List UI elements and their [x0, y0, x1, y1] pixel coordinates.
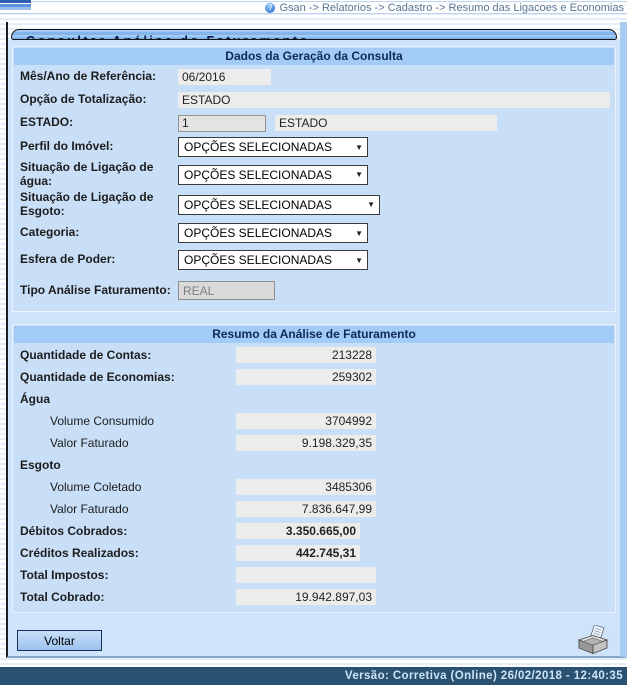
esfera-select[interactable]: OPÇÕES SELECIONADAS ▼	[178, 250, 368, 270]
summary-value: 3.350.665,00	[236, 523, 360, 539]
summary-row-debitos: Débitos Cobrados: 3.350.665,00	[13, 520, 615, 542]
reference-label: Mês/Ano de Referência:	[20, 70, 178, 84]
field-row-esfera: Esfera de Poder: OPÇÕES SELECIONADAS ▼	[13, 247, 615, 273]
field-row-reference: Mês/Ano de Referência: 06/2016	[13, 66, 615, 88]
summary-panel-title: Resumo da Análise de Faturamento	[14, 326, 614, 343]
chevron-down-icon: ▼	[355, 229, 363, 238]
summary-row-impostos: Total Impostos:	[13, 564, 615, 586]
totalization-value: ESTADO	[178, 92, 610, 108]
summary-label: Total Impostos:	[20, 568, 236, 582]
actions-bar: Voltar	[12, 613, 616, 656]
categoria-select-value: OPÇÕES SELECIONADAS	[184, 226, 332, 240]
summary-label: Quantidade de Economias:	[20, 370, 236, 384]
summary-value: 213228	[236, 347, 376, 363]
field-row-tipo-analise: Tipo Análise Faturamento: REAL	[13, 274, 615, 307]
summary-row-valor-faturado-esgoto: Valor Faturado 7.836.647,99	[13, 498, 615, 520]
summary-value: 442.745,31	[236, 545, 360, 561]
estado-label: ESTADO:	[20, 116, 178, 130]
summary-value: 3704992	[236, 413, 376, 429]
help-icon[interactable]: ?	[265, 3, 275, 13]
ligacao-agua-select[interactable]: OPÇÕES SELECIONADAS ▼	[178, 165, 368, 185]
ligacao-agua-select-value: OPÇÕES SELECIONADAS	[184, 168, 332, 182]
summary-value: 9.198.329,35	[236, 435, 376, 451]
summary-panel: Resumo da Análise de Faturamento Quantid…	[12, 324, 616, 613]
chevron-down-icon: ▼	[355, 256, 363, 265]
summary-group-label: Água	[20, 392, 236, 406]
ligacao-esgoto-select-value: OPÇÕES SELECIONADAS	[184, 198, 332, 212]
back-button[interactable]: Voltar	[17, 630, 102, 651]
summary-row-volume-coletado: Volume Coletado 3485306	[13, 476, 615, 498]
summary-label: Volume Consumido	[20, 414, 236, 428]
summary-row-creditos: Créditos Realizados: 442.745,31	[13, 542, 615, 564]
summary-row-valor-faturado-agua: Valor Faturado 9.198.329,35	[13, 432, 615, 454]
summary-label: Débitos Cobrados:	[20, 524, 236, 538]
chevron-down-icon: ▼	[355, 143, 363, 152]
footer-gap	[0, 658, 627, 667]
chevron-down-icon: ▼	[355, 170, 363, 179]
summary-row-contas: Quantidade de Contas: 213228	[13, 344, 615, 366]
summary-label: Volume Coletado	[20, 480, 236, 494]
perfil-label: Perfil do Imóvel:	[20, 140, 178, 154]
breadcrumb: ? Gsan -> Relatorios -> Cadastro -> Resu…	[0, 1, 627, 14]
estado-code-input: 1	[178, 115, 266, 132]
query-data-panel: Dados da Geração da Consulta Mês/Ano de …	[12, 46, 616, 312]
page-content: Dados da Geração da Consulta Mês/Ano de …	[8, 40, 620, 656]
ligacao-agua-label: Situação de Ligação de água:	[20, 161, 178, 189]
summary-label: Valor Faturado	[20, 436, 236, 450]
perfil-select[interactable]: OPÇÕES SELECIONADAS ▼	[178, 137, 368, 157]
ligacao-esgoto-select[interactable]: OPÇÕES SELECIONADAS ▼	[178, 195, 380, 215]
summary-row-volume-consumido: Volume Consumido 3704992	[13, 410, 615, 432]
field-row-perfil: Perfil do Imóvel: OPÇÕES SELECIONADAS ▼	[13, 135, 615, 159]
estado-name-value: ESTADO	[275, 115, 497, 131]
tipo-analise-input: REAL	[178, 281, 275, 300]
summary-value: 259302	[236, 369, 376, 385]
summary-value: 19.942.897,03	[236, 589, 376, 605]
field-row-ligacao-agua: Situação de Ligação de água: OPÇÕES SELE…	[13, 160, 615, 189]
query-panel-title: Dados da Geração da Consulta	[14, 48, 614, 65]
summary-value: 3485306	[236, 479, 376, 495]
field-row-estado: ESTADO: 1 ESTADO	[13, 112, 615, 134]
chevron-down-icon: ▼	[367, 200, 375, 209]
version-status-bar: Versão: Corretiva (Online) 26/02/2018 - …	[0, 667, 627, 685]
tipo-analise-label: Tipo Análise Faturamento:	[20, 284, 178, 298]
summary-value: 7.836.647,99	[236, 501, 376, 517]
top-strip: ? Gsan -> Relatorios -> Cadastro -> Resu…	[0, 0, 627, 22]
main-frame: Consultar Análise do Faturamento Dados d…	[6, 22, 627, 658]
ligacao-esgoto-label: Situação de Ligação de Esgoto:	[20, 191, 178, 219]
summary-value	[236, 567, 376, 583]
field-row-categoria: Categoria: OPÇÕES SELECIONADAS ▼	[13, 220, 615, 246]
summary-group-agua: Água	[13, 388, 615, 410]
summary-label: Valor Faturado	[20, 502, 236, 516]
summary-group-label: Esgoto	[20, 458, 236, 472]
totalization-label: Opção de Totalização:	[20, 93, 178, 107]
field-row-ligacao-esgoto: Situação de Ligação de Esgoto: OPÇÕES SE…	[13, 190, 615, 219]
summary-label: Créditos Realizados:	[20, 546, 236, 560]
gsan-logo-icon	[0, 0, 31, 10]
summary-row-total-cobrado: Total Cobrado: 19.942.897,03	[13, 586, 615, 608]
perfil-select-value: OPÇÕES SELECIONADAS	[184, 140, 332, 154]
field-row-totalization: Opção de Totalização: ESTADO	[13, 89, 615, 111]
page-title: Consultar Análise do Faturamento	[11, 29, 617, 40]
breadcrumb-text: Gsan -> Relatorios -> Cadastro -> Resumo…	[279, 2, 624, 14]
categoria-label: Categoria:	[20, 226, 178, 240]
summary-row-economias: Quantidade de Economias: 259302	[13, 366, 615, 388]
esfera-select-value: OPÇÕES SELECIONADAS	[184, 253, 332, 267]
summary-group-esgoto: Esgoto	[13, 454, 615, 476]
categoria-select[interactable]: OPÇÕES SELECIONADAS ▼	[178, 223, 368, 243]
esfera-label: Esfera de Poder:	[20, 253, 178, 267]
print-icon[interactable]	[576, 625, 610, 656]
summary-label: Quantidade de Contas:	[20, 348, 236, 362]
reference-value: 06/2016	[178, 69, 271, 85]
summary-label: Total Cobrado:	[20, 590, 236, 604]
